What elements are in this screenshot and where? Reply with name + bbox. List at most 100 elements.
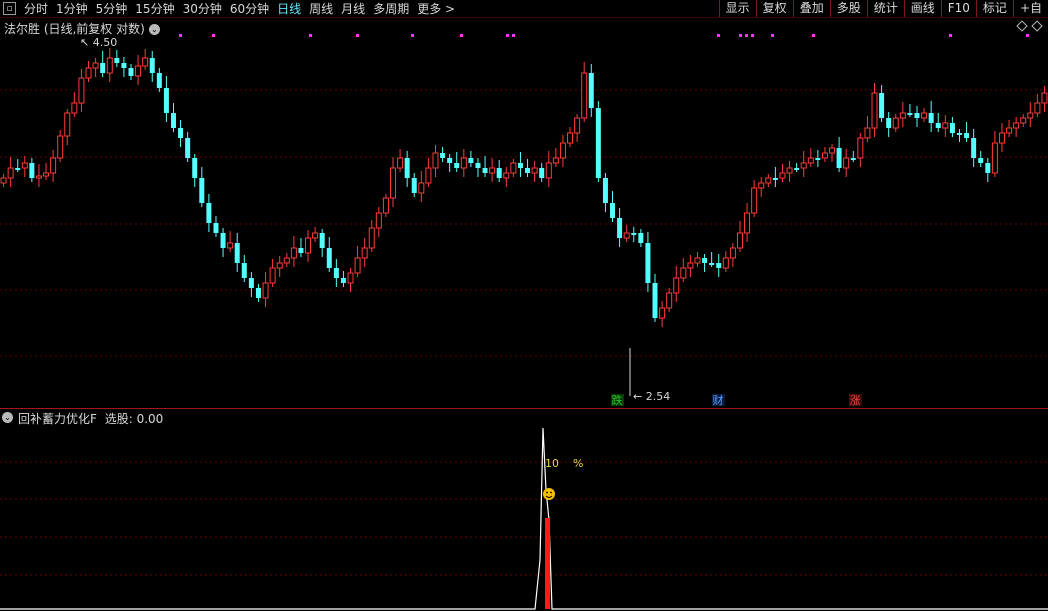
candle xyxy=(199,167,205,207)
candle xyxy=(871,83,878,137)
candle xyxy=(559,135,566,167)
candle xyxy=(390,157,396,207)
smiley-icon xyxy=(543,488,555,500)
candle xyxy=(928,101,934,132)
candle xyxy=(949,117,955,137)
candle xyxy=(645,232,651,292)
tool-button-8[interactable]: +自 xyxy=(1012,0,1048,17)
candle xyxy=(178,120,184,147)
tool-button-7[interactable]: 标记 xyxy=(975,0,1013,17)
candle xyxy=(7,157,14,187)
candle xyxy=(50,150,57,182)
candle xyxy=(794,163,800,172)
candle xyxy=(702,254,708,272)
period-tab-9[interactable]: 多周期 xyxy=(373,0,409,17)
period-tab-0[interactable]: 分时 xyxy=(24,0,48,17)
candle xyxy=(998,123,1005,152)
candle xyxy=(283,253,290,267)
candle xyxy=(163,76,169,122)
candle xyxy=(354,246,361,277)
candle xyxy=(78,69,85,112)
candle xyxy=(227,231,234,252)
candle xyxy=(729,243,736,267)
candle xyxy=(666,288,673,312)
candle xyxy=(482,156,488,177)
candle xyxy=(829,144,836,162)
candlestick-chart[interactable]: ↖ 4.50 ← 2.54 跌 财 涨 xyxy=(0,18,1048,408)
candle xyxy=(886,112,892,137)
candle xyxy=(638,229,644,247)
candle xyxy=(722,251,729,272)
tool-button-0[interactable]: 显示 xyxy=(718,0,756,17)
signal-dot xyxy=(356,34,359,37)
candle xyxy=(879,85,885,122)
period-tab-6[interactable]: 日线 xyxy=(277,0,301,17)
tool-button-6[interactable]: F10 xyxy=(940,0,976,17)
candle xyxy=(35,164,42,187)
candle xyxy=(588,64,594,117)
period-tab-8[interactable]: 月线 xyxy=(341,0,365,17)
candle xyxy=(800,151,807,177)
candle xyxy=(418,171,425,202)
signal-badge: 跌 xyxy=(612,393,623,407)
candle xyxy=(1027,102,1034,127)
candle xyxy=(149,51,155,82)
candle xyxy=(1020,114,1027,127)
period-tab-4[interactable]: 30分钟 xyxy=(183,0,222,17)
signal-badge: 涨 xyxy=(850,394,861,407)
candle xyxy=(539,163,545,182)
tool-button-4[interactable]: 统计 xyxy=(866,0,904,17)
signal-dot xyxy=(949,34,952,37)
candle xyxy=(971,129,977,167)
period-toolbar: ▫ 分时 1分钟 5分钟 15分钟 30分钟 60分钟 日线 周线 月线 多周期 更多 > 显示 复权… xyxy=(0,0,1048,18)
period-tab-5[interactable]: 60分钟 xyxy=(230,0,269,17)
candle xyxy=(907,104,913,117)
candle xyxy=(1013,117,1020,137)
candle xyxy=(454,152,460,172)
candle xyxy=(382,194,389,217)
candle xyxy=(552,148,559,167)
signal-dot xyxy=(717,34,720,37)
panel-divider xyxy=(0,408,1048,409)
candle xyxy=(440,147,446,162)
candle xyxy=(531,161,538,182)
candle xyxy=(234,233,240,272)
signal-dot xyxy=(411,34,414,37)
candle xyxy=(964,122,970,142)
candle xyxy=(375,207,382,237)
window-square-icon[interactable]: ▫ xyxy=(3,2,16,15)
period-tab-3[interactable]: 15分钟 xyxy=(135,0,174,17)
candle xyxy=(361,238,368,267)
candle xyxy=(262,272,269,307)
tool-button-1[interactable]: 复权 xyxy=(755,0,793,17)
candle xyxy=(744,203,751,242)
candle xyxy=(298,238,304,257)
candle xyxy=(411,173,417,197)
signal-dot xyxy=(309,34,312,37)
signal-dot xyxy=(751,34,754,37)
tool-buttons: 显示 复权 叠加 多股 统计 画线 F10 标记 +自 xyxy=(718,0,1048,17)
tool-button-3[interactable]: 多股 xyxy=(829,0,867,17)
indicator-line xyxy=(0,427,1048,610)
candle xyxy=(843,149,850,177)
indicator-chart[interactable]: 10% xyxy=(0,410,1048,611)
candle xyxy=(475,158,481,177)
candle xyxy=(892,114,899,132)
period-tab-2[interactable]: 5分钟 xyxy=(96,0,128,17)
candle xyxy=(517,152,523,177)
candle xyxy=(673,266,680,302)
candle xyxy=(1006,120,1013,137)
period-tab-10[interactable]: 更多 > xyxy=(417,0,455,17)
period-tab-7[interactable]: 周线 xyxy=(309,0,333,17)
tool-button-2[interactable]: 叠加 xyxy=(792,0,830,17)
candle xyxy=(213,216,219,237)
candle xyxy=(991,131,998,177)
tool-button-5[interactable]: 画线 xyxy=(903,0,941,17)
candle xyxy=(631,227,637,242)
signal-dot xyxy=(212,34,215,37)
period-tab-1[interactable]: 1分钟 xyxy=(56,0,88,17)
low-price-label: ← 2.54 xyxy=(633,390,670,403)
candle xyxy=(220,228,226,257)
candle xyxy=(914,106,920,127)
candle xyxy=(574,114,581,142)
